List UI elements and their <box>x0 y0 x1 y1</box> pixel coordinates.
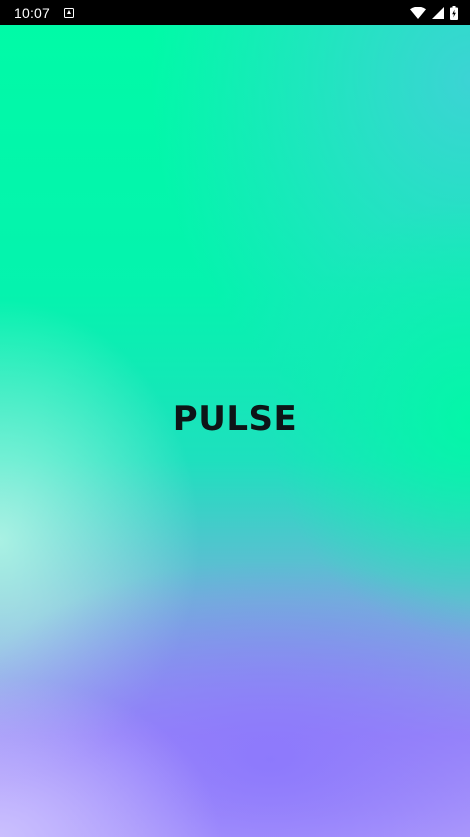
status-time: 10:07 <box>14 4 51 21</box>
app-logo-text: PULSE <box>172 399 298 439</box>
wifi-icon <box>410 6 426 19</box>
status-bar-right <box>410 5 458 20</box>
splash-screen: 10:07 PULSE <box>0 0 470 837</box>
status-bar: 10:07 <box>0 0 470 25</box>
status-bar-left: 10:07 <box>14 4 75 21</box>
cellular-signal-icon <box>432 6 444 19</box>
notification-a-icon <box>64 7 75 18</box>
battery-charging-icon <box>450 5 458 20</box>
